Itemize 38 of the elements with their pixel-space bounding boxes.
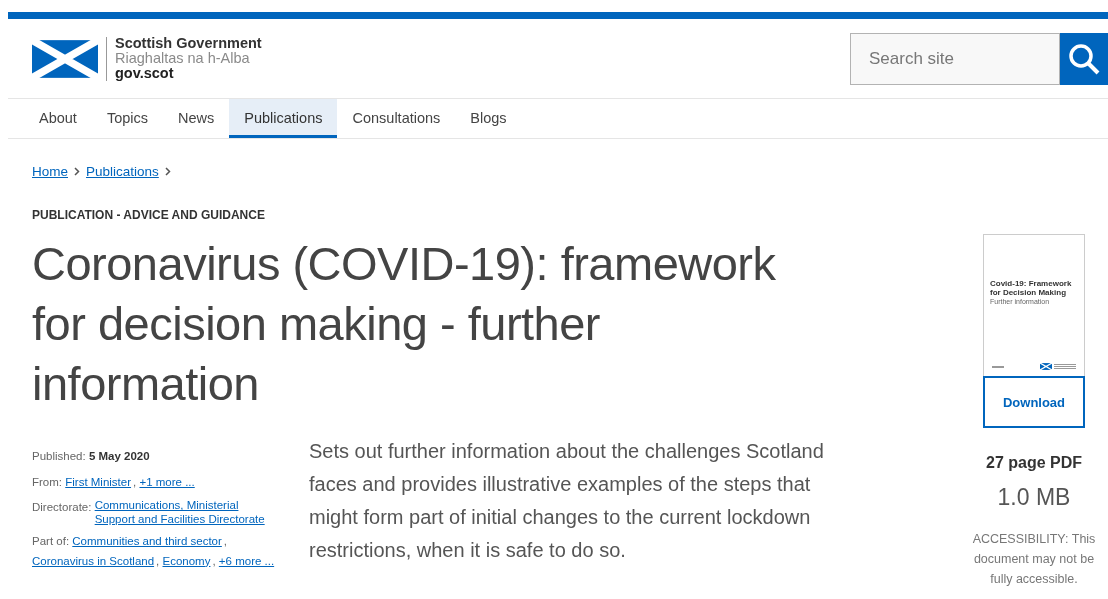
accessibility-note: ACCESSIBILITY: This document may not be fully accessible. (971, 531, 1097, 588)
search-button[interactable] (1060, 32, 1108, 85)
search-icon (1068, 42, 1100, 75)
metadata-link[interactable]: First Minister (65, 474, 132, 489)
nav-tab[interactable]: About (24, 99, 92, 138)
breadcrumb-link[interactable]: Home (32, 163, 68, 179)
page-title: Coronavirus (COVID-19): framework for decision making - further information (32, 236, 777, 412)
saltire-flag-icon (32, 39, 98, 78)
logo-title: Scottish Government (115, 36, 262, 51)
nav-tab[interactable]: Consultations (337, 99, 456, 138)
metadata-link[interactable]: +6 more ... (218, 553, 275, 568)
separator-text: , (212, 554, 216, 567)
metadata-link[interactable]: Coronavirus in Scotland (32, 553, 155, 568)
publication-type: PUBLICATION - ADVICE AND GUIDANCE (32, 208, 266, 222)
metadata-link[interactable]: Communities and third sector (72, 534, 222, 548)
metadata-line: Directorate: Communications, Ministerial Support and Facilities Directorate (32, 498, 282, 526)
metadata-line: Published: 5 May 2020 (32, 449, 151, 464)
logo-subtitle: Riaghaltas na h-Alba (115, 51, 251, 66)
nav-tab[interactable]: Blogs (455, 99, 522, 138)
metadata-link[interactable]: Economy (162, 553, 211, 568)
nav-tab[interactable]: News (163, 99, 230, 138)
separator-text: , (133, 475, 137, 488)
logo-domain: gov.scot (115, 66, 174, 81)
metadata-link[interactable]: Communications, Ministerial Support and Facilities Directorate (94, 498, 280, 526)
separator-text: , (156, 554, 160, 567)
nav-tab[interactable]: Publications (229, 99, 338, 138)
download-button[interactable]: Download (983, 376, 1085, 428)
breadcrumb-link[interactable]: Publications (86, 163, 159, 179)
file-size: 1.0 MB (997, 484, 1071, 511)
metadata-line: Part of: Communities and third sector , Coronavirus in Scotland , Economy , +6 more ... (32, 533, 276, 570)
search-field[interactable]: Search site (850, 32, 1060, 85)
saltire-flag-icon (1040, 363, 1052, 370)
summary-text: Sets out further information about the challenges Scotland faces and provides illustrative examples of the steps that might form part of initial changes to the current lockdown restrictions, when it is safe to do so. (309, 439, 824, 563)
metadata-line: From: First Minister , +1 more ... (32, 473, 196, 491)
metadata-link[interactable]: +1 more ... (139, 474, 195, 489)
nav-tab[interactable]: Topics (91, 99, 163, 138)
page-count: 27 page PDF (986, 454, 1082, 472)
separator-text: , (223, 535, 228, 547)
